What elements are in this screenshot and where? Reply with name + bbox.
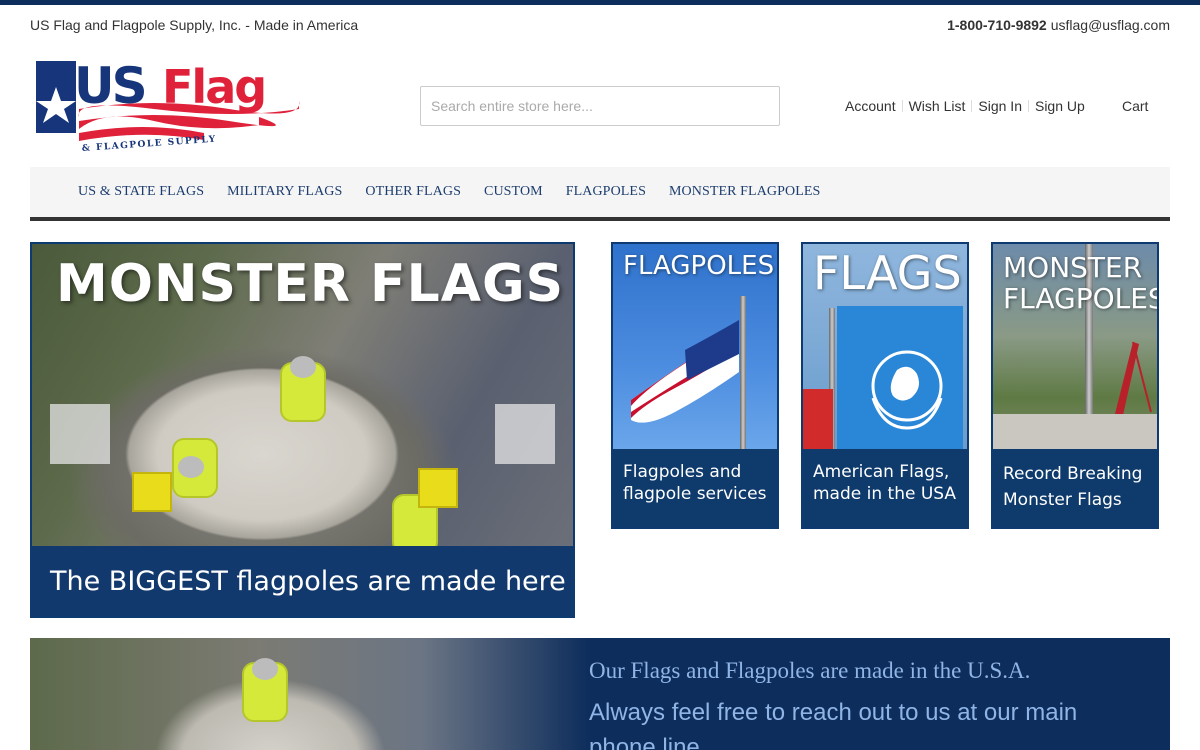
tile-image: FLAGS [803,244,967,449]
yellow-bracket [132,472,172,512]
wishlist-link[interactable]: Wish List [909,98,966,114]
unicef-emblem-icon [871,350,943,430]
nav-item-flagpoles[interactable]: FLAGPOLES [566,184,646,200]
tile-caption-bar: Flagpoles and flagpole services [613,449,777,527]
red-banner [803,389,833,449]
helmet [290,356,316,378]
promo-banner: Our Flags and Flagpoles are made in the … [30,638,1170,750]
us-flag-graphic [631,320,739,423]
tile-heading: FLAGPOLES [623,251,775,281]
tile-caption: Record Breaking Monster Flags [1003,464,1143,511]
helmet [178,456,204,478]
nav-item-custom[interactable]: CUSTOM [484,184,543,200]
tile-image: MONSTER FLAGPOLES [993,244,1157,449]
top-accent-bar [0,0,1200,5]
logo-us-text: US [74,57,145,115]
tile-heading: FLAGS [813,246,962,300]
yellow-bracket [418,468,458,508]
hero-title: MONSTER FLAGS [56,254,565,314]
link-divider [1027,100,1029,112]
link-divider [901,100,903,112]
banner-headline: Our Flags and Flagpoles are made in the … [589,658,1031,683]
slider-prev-button[interactable] [50,404,110,464]
account-link[interactable]: Account [845,98,896,114]
tile-flags[interactable]: FLAGS American Flags, made in the USA [801,242,969,529]
banner-image [30,638,590,750]
logo-sub-text: & FLAGPOLE SUPPLY [82,135,218,154]
tile-flagpoles[interactable]: FLAGPOLES Flagpoles and flagpole services [611,242,779,529]
tile-caption: American Flags, made in the USA [813,462,957,505]
contact-info: 1-800-710-9892 usflag@usflag.com [947,17,1170,33]
construction-site [993,414,1157,449]
link-divider [971,100,973,112]
nav-item-other-flags[interactable]: OTHER FLAGS [365,184,461,200]
helmet [252,658,278,680]
hero-caption-bar: The BIGGEST flagpoles are made here [32,546,573,616]
unicef-flag [837,306,963,449]
nav-item-military-flags[interactable]: MILITARY FLAGS [227,184,342,200]
cart-link[interactable]: Cart [1122,98,1148,114]
main-nav: US & STATE FLAGS MILITARY FLAGS OTHER FL… [30,167,1170,221]
tile-caption-bar: American Flags, made in the USA [803,449,967,527]
phone-number[interactable]: 1-800-710-9892 [947,17,1047,33]
hero-caption: The BIGGEST flagpoles are made here [50,566,566,597]
hero-slider[interactable]: MONSTER FLAGS The BIGGEST flagpoles are … [30,242,575,618]
signup-link[interactable]: Sign Up [1035,98,1085,114]
tile-heading: MONSTER FLAGPOLES [1003,251,1159,316]
tile-caption: Flagpoles and flagpole services [623,462,767,505]
signin-link[interactable]: Sign In [978,98,1022,114]
nav-item-us-state-flags[interactable]: US & STATE FLAGS [78,184,204,200]
tile-caption-bar: Record Breaking Monster Flags [993,449,1157,527]
email-link[interactable]: usflag@usflag.com [1051,17,1170,33]
usflag-logo-graphic: US Flag & FLAGPOLE SUPPLY [36,57,300,154]
slider-next-button[interactable] [495,404,555,464]
tile-monster-flagpoles[interactable]: MONSTER FLAGPOLES Record Breaking Monster … [991,242,1159,529]
search-input[interactable] [420,86,780,126]
site-tagline: US Flag and Flagpole Supply, Inc. - Made… [30,17,359,33]
nav-item-monster-flagpoles[interactable]: MONSTER FLAGPOLES [669,184,820,200]
logo-flag-text: Flag [162,60,265,114]
tile-image: FLAGPOLES [613,244,777,449]
site-logo[interactable]: US Flag & FLAGPOLE SUPPLY [34,57,304,157]
banner-subtext: Always feel free to reach out to us at o… [589,699,1078,750]
account-links: Account Wish List Sign In Sign Up [845,98,1085,114]
